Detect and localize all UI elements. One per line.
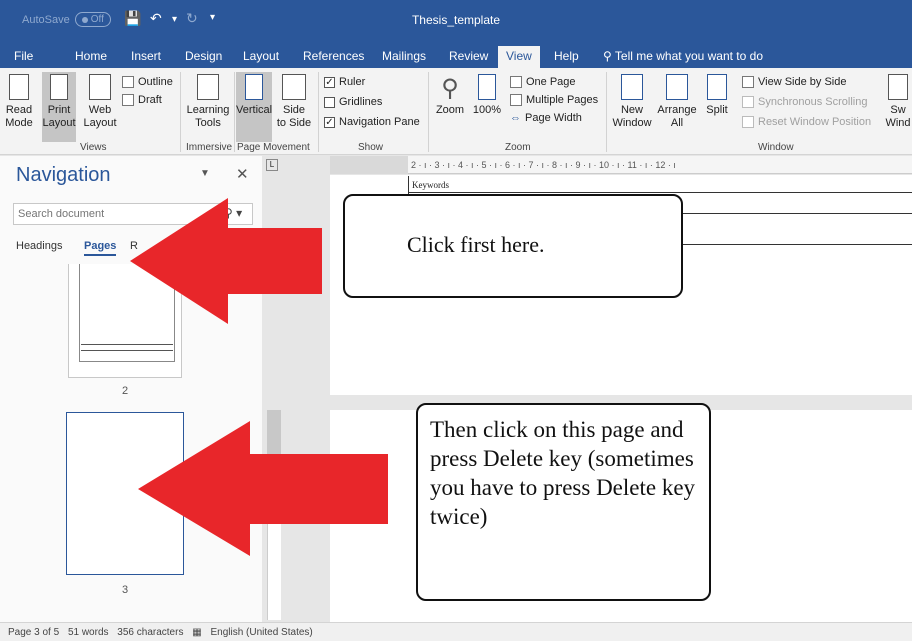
red-arrow-page-3 bbox=[138, 421, 388, 556]
callout-delete-page: Then click on this page and press Delete… bbox=[416, 403, 711, 601]
language[interactable]: English (United States) bbox=[210, 627, 312, 638]
word-count[interactable]: 51 words bbox=[68, 627, 109, 638]
status-bar: Page 3 of 5 51 words 356 characters ▦ En… bbox=[0, 622, 912, 641]
page-count[interactable]: Page 3 of 5 bbox=[8, 627, 59, 638]
callout-click-first: Click first here. bbox=[343, 194, 683, 298]
red-arrow-pages-tab bbox=[130, 198, 322, 324]
proofing-icon[interactable]: ▦ bbox=[192, 627, 201, 638]
character-count[interactable]: 356 characters bbox=[117, 627, 183, 638]
